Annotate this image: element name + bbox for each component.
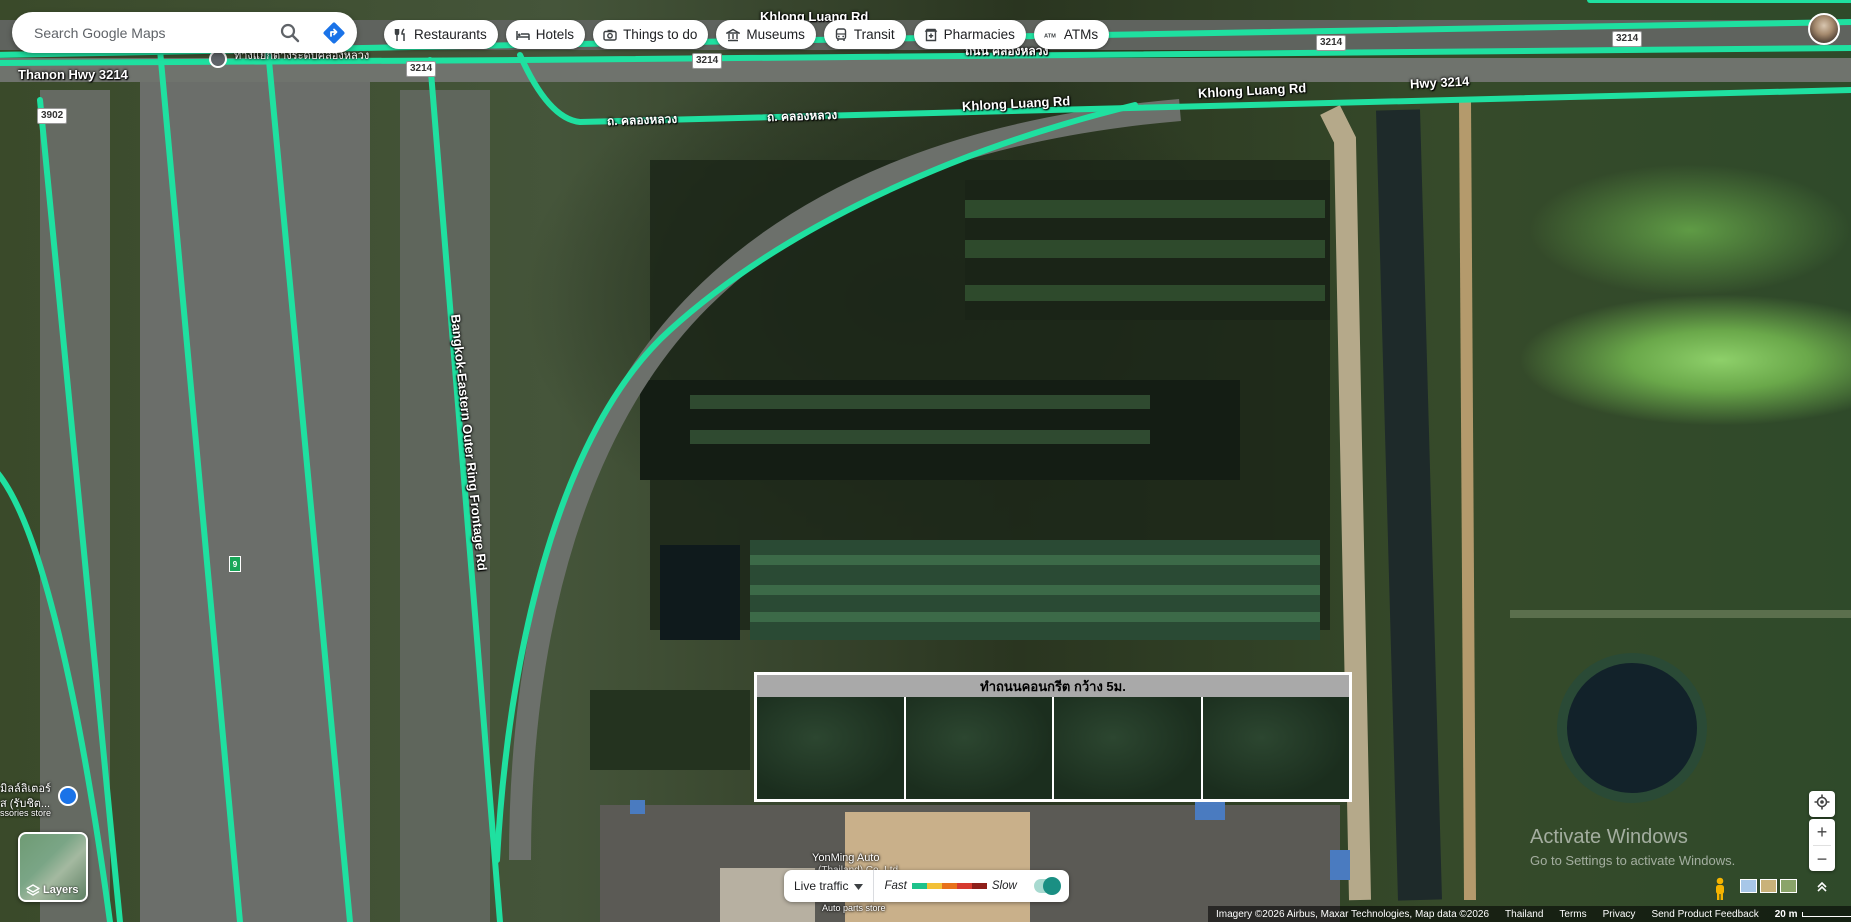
activate-windows-watermark: Activate Windows Go to Settings to activ… [1530,826,1735,868]
directions-icon[interactable] [322,21,346,45]
scale-bar [1801,911,1851,917]
traffic-toggle[interactable] [1034,877,1061,895]
bus-icon [834,27,848,42]
chip-label: ATMs [1063,27,1099,42]
privacy-link[interactable]: Privacy [1603,909,1636,920]
live-traffic-panel: Live traffic Fast Slow [784,870,1069,902]
scale-indicator[interactable]: 20 m [1775,909,1851,920]
search-input[interactable] [34,24,254,41]
sign-panel [1054,697,1203,799]
museum-icon [726,28,741,42]
road-label-thai-2: ถ. คลองหลวง [766,107,838,125]
fork-knife-icon [394,27,408,42]
zoom-controls: + − [1809,819,1835,871]
map-type-thumb[interactable] [1740,879,1757,893]
layers-icon [26,884,40,898]
chip-label: Museums [746,27,805,42]
pegman-icon[interactable] [1712,877,1728,901]
chevron-up-icon[interactable] [1812,877,1832,897]
layers-label: Layers [43,884,79,896]
traffic-legend: Fast Slow [874,880,1026,892]
map-type-thumb[interactable] [1760,879,1777,893]
zoom-out-button[interactable]: − [1809,846,1835,872]
chip-things-to-do[interactable]: Things to do [593,20,709,49]
traffic-color-segment [911,883,927,889]
layers-button[interactable]: Layers [18,832,88,902]
imagery-attribution: Imagery ©2026 Airbus, Maxar Technologies… [1216,908,1490,920]
layer-thumbnails [1740,879,1797,893]
live-traffic-dropdown[interactable]: Live traffic [784,870,875,902]
route-shield: 3214 [406,61,437,77]
terms-link[interactable]: Terms [1559,909,1586,920]
scale-label: 20 m [1774,908,1798,920]
traffic-color-segment [941,883,957,889]
sign-title: ทำถนนคอนกรีต กว้าง 5ม. [757,675,1349,697]
atm-icon: ATM [1044,28,1058,42]
poi-pin-icon[interactable] [58,786,78,806]
camera-icon [603,28,617,42]
sign-panel [1202,697,1349,799]
caret-down-icon [854,879,864,893]
feedback-link[interactable]: Send Product Feedback [1651,909,1758,920]
activate-title: Activate Windows [1530,826,1688,848]
zoom-in-button[interactable]: + [1809,819,1835,845]
search-box [12,12,357,53]
sign-panel [905,697,1054,799]
route-shield: 3902 [37,108,68,124]
road-label-thai-1: ถ. คลองหลวง [606,111,678,129]
bed-icon [516,28,530,42]
chip-pharmacies[interactable]: Pharmacies [913,20,1026,49]
traffic-slow-label: Slow [991,880,1017,892]
poi-label-bottom-left-3[interactable]: ssories store [0,808,51,818]
construction-overlay-sign: ทำถนนคอนกรีต กว้าง 5ม. [754,672,1352,802]
poi-label-yonming[interactable]: YonMing Auto [812,852,879,864]
road-label-hwy-3214: Hwy 3214 [1409,73,1470,92]
chip-hotels[interactable]: Hotels [505,20,586,49]
route-shield: 3214 [1316,35,1347,51]
chip-restaurants[interactable]: Restaurants [384,20,498,49]
country-link[interactable]: Thailand [1505,909,1543,920]
search-icon[interactable] [278,21,302,45]
plus-icon: + [1816,821,1828,842]
map-footer: Imagery ©2026 Airbus, Maxar Technologies… [1208,906,1851,922]
live-traffic-label: Live traffic [794,879,849,893]
poi-label-auto-parts[interactable]: Auto parts store [822,903,886,913]
route-shield: 3214 [692,53,723,69]
sign-panel [757,697,906,799]
map-type-thumb[interactable] [1780,879,1797,893]
traffic-color-segment [956,883,972,889]
chip-label: Transit [853,27,895,42]
location-target-icon [1814,794,1830,815]
chip-transit[interactable]: Transit [823,20,906,49]
activate-subtitle: Go to Settings to activate Windows. [1530,853,1736,868]
traffic-fast-label: Fast [884,880,907,892]
traffic-color-segment [926,883,942,889]
chip-label: Hotels [535,27,575,42]
traffic-color-bar [911,883,987,889]
chip-museums[interactable]: Museums [716,20,816,49]
minus-icon: − [1816,848,1828,869]
highway-number-marker: 9 [229,556,241,572]
traffic-color-segment [971,883,987,889]
chip-label: Pharmacies [943,27,1015,42]
road-label-thanon-hwy: Thanon Hwy 3214 [18,67,128,82]
route-shield: 3214 [1612,31,1643,47]
category-chips: Restaurants Hotels Things to do Museums … [384,20,1110,49]
chip-atms[interactable]: ATM ATMs [1033,20,1110,49]
pharmacy-icon [924,28,938,42]
svg-text:ATM: ATM [1044,33,1056,39]
sign-panels [757,697,1349,799]
avatar[interactable] [1808,13,1840,45]
my-location-button[interactable] [1809,791,1835,817]
chip-label: Restaurants [414,27,487,42]
chip-label: Things to do [623,27,698,42]
